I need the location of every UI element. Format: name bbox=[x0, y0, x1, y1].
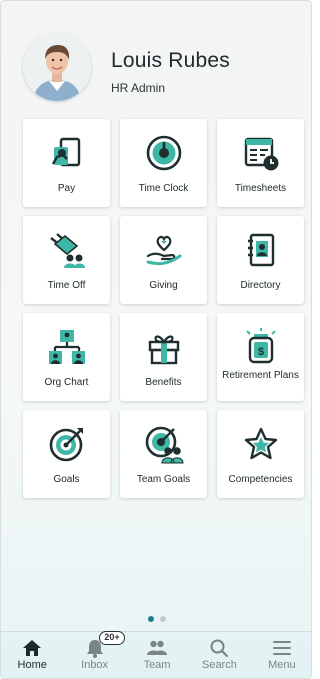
tile-retirement-plans[interactable]: $ Retirement Plans bbox=[217, 313, 304, 401]
tile-label: Timesheets bbox=[234, 183, 287, 194]
tab-label: Menu bbox=[268, 659, 296, 671]
tile-label: Team Goals bbox=[136, 474, 191, 485]
timesheets-icon bbox=[241, 133, 281, 173]
tile-label: Competencies bbox=[228, 474, 293, 485]
tab-label: Home bbox=[17, 659, 47, 671]
competencies-icon bbox=[241, 424, 281, 464]
tile-timesheets[interactable]: Timesheets bbox=[217, 119, 304, 207]
giving-icon bbox=[144, 230, 184, 270]
tab-search[interactable]: Search bbox=[188, 632, 250, 678]
profile-header[interactable]: Louis Rubes HR Admin bbox=[23, 31, 293, 101]
org-chart-icon bbox=[47, 327, 87, 367]
tile-pay[interactable]: Pay bbox=[23, 119, 110, 207]
tab-home[interactable]: Home bbox=[1, 632, 63, 678]
page-dot-active[interactable] bbox=[148, 616, 154, 622]
tile-directory[interactable]: Directory bbox=[217, 216, 304, 304]
tab-label: Team bbox=[143, 659, 171, 671]
tile-label: Org Chart bbox=[44, 377, 89, 388]
tile-benefits[interactable]: Benefits bbox=[120, 313, 207, 401]
retirement-plans-icon: $ bbox=[241, 327, 281, 367]
tab-label: Search bbox=[201, 659, 237, 671]
home-icon bbox=[21, 638, 43, 658]
search-icon bbox=[208, 638, 230, 658]
bottom-tab-bar: Home 20+ Inbox Team Search Menu bbox=[1, 631, 311, 678]
tile-giving[interactable]: Giving bbox=[120, 216, 207, 304]
avatar[interactable] bbox=[23, 33, 91, 101]
tile-time-clock[interactable]: Time Clock bbox=[120, 119, 207, 207]
pay-icon bbox=[47, 133, 87, 173]
tile-org-chart[interactable]: Org Chart bbox=[23, 313, 110, 401]
tab-team[interactable]: Team bbox=[126, 632, 188, 678]
goals-icon bbox=[47, 424, 87, 464]
inbox-badge: 20+ bbox=[99, 631, 125, 645]
tile-label: Pay bbox=[57, 183, 76, 194]
benefits-icon bbox=[144, 327, 184, 367]
tile-label: Time Off bbox=[47, 280, 86, 291]
tile-label: Time Clock bbox=[138, 183, 189, 194]
tile-time-off[interactable]: Time Off bbox=[23, 216, 110, 304]
tile-goals[interactable]: Goals bbox=[23, 410, 110, 498]
tab-label: Inbox bbox=[81, 659, 109, 671]
svg-text:$: $ bbox=[257, 346, 263, 358]
directory-icon bbox=[241, 230, 281, 270]
tile-label: Directory bbox=[240, 280, 281, 291]
home-screen: Louis Rubes HR Admin Pay Time Clock Time… bbox=[0, 0, 312, 679]
time-off-icon bbox=[47, 230, 87, 270]
profile-role: HR Admin bbox=[111, 81, 166, 95]
time-clock-icon bbox=[144, 133, 184, 173]
hamburger-menu-icon bbox=[271, 638, 293, 658]
tile-label: Retirement Plans bbox=[222, 370, 299, 381]
tile-label: Benefits bbox=[145, 377, 182, 388]
team-goals-icon bbox=[144, 424, 184, 464]
tab-inbox[interactable]: 20+ Inbox bbox=[63, 631, 125, 678]
tile-competencies[interactable]: Competencies bbox=[217, 410, 304, 498]
profile-name: Louis Rubes bbox=[111, 49, 230, 72]
team-icon bbox=[146, 638, 168, 658]
app-tile-grid: Pay Time Clock Timesheets Time Off Givin… bbox=[23, 119, 304, 498]
tab-menu[interactable]: Menu bbox=[251, 632, 311, 678]
tile-label: Goals bbox=[53, 474, 80, 485]
tile-team-goals[interactable]: Team Goals bbox=[120, 410, 207, 498]
page-dot[interactable] bbox=[160, 616, 166, 622]
page-indicator[interactable] bbox=[1, 616, 311, 624]
tile-label: Giving bbox=[149, 280, 178, 291]
